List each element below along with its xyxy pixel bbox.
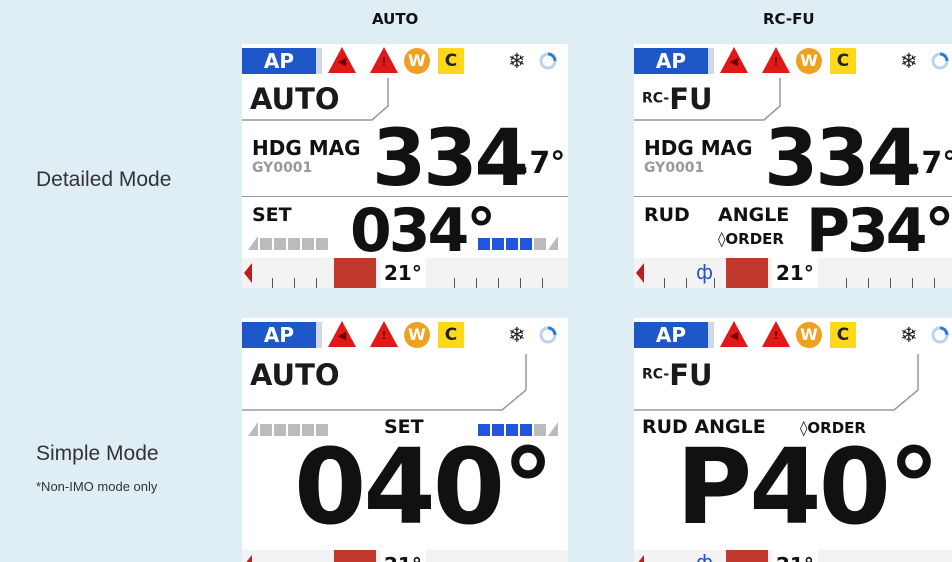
heading-label: HDG MAG <box>644 136 753 160</box>
ap-badge-edge <box>316 48 322 74</box>
rudder-indicator <box>726 258 768 288</box>
ship-wheel-icon: ❄ <box>900 49 918 73</box>
rudder-value: 21° <box>772 258 818 288</box>
row-label-detailed: Detailed Mode <box>36 168 172 191</box>
row-note-non-imo: *Non-IMO mode only <box>36 479 158 494</box>
rudder-value: 21° <box>380 258 426 288</box>
status-bar: AP ◀ ! W C ❄ <box>634 318 952 352</box>
spinner-icon <box>931 326 949 344</box>
ap-badge[interactable]: AP <box>242 322 316 348</box>
ap-badge-edge <box>316 322 322 348</box>
rudder-bar: 21° <box>242 550 568 562</box>
heading-value: 334 <box>372 114 529 204</box>
ship-wheel-icon: ❄ <box>900 323 918 347</box>
spinner-icon <box>931 52 949 70</box>
w-alert-icon[interactable]: W <box>796 322 822 348</box>
warning-triangle-icon[interactable]: ◀ <box>720 47 748 73</box>
rudder-indicator <box>334 550 376 562</box>
c-alert-icon[interactable]: C <box>830 48 856 74</box>
rudder-value: 21° <box>380 550 426 562</box>
status-bar: AP ◀ ! W C ❄ <box>242 318 568 352</box>
rudder-port-arrow-icon <box>244 263 252 283</box>
rudder-value: 21° <box>772 550 818 562</box>
mode-name: RC-FU <box>642 82 713 116</box>
heading-fraction: .7° <box>910 146 952 181</box>
w-alert-icon[interactable]: W <box>404 48 430 74</box>
spinner-icon <box>539 326 557 344</box>
spinner-icon <box>539 52 557 70</box>
rudder-indicator <box>726 550 768 562</box>
c-alert-icon[interactable]: C <box>830 322 856 348</box>
rudder-port-arrow-icon <box>244 555 252 562</box>
mode-name-text: FU <box>669 358 713 392</box>
status-bar: AP ◀ ! W C ❄ <box>242 44 568 78</box>
mode-name: AUTO <box>250 82 340 116</box>
column-header-rcfu: RC-FU <box>763 10 815 28</box>
mode-name: RC-FU <box>642 358 713 392</box>
ap-badge-edge <box>708 48 714 74</box>
ap-badge-edge <box>708 322 714 348</box>
warning-triangle-icon[interactable]: ◀ <box>720 321 748 347</box>
set-value: 034° <box>350 196 496 266</box>
mode-prefix: RC- <box>642 90 670 107</box>
deviation-stbd-bars <box>478 236 558 250</box>
ship-wheel-icon: ❄ <box>508 49 526 73</box>
ap-badge[interactable]: AP <box>634 322 708 348</box>
heading-fraction: .7° <box>518 146 566 181</box>
rudder-bar: ф 21° <box>634 550 952 562</box>
screen-auto-simple: AP ◀ ! W C ❄ AUTO SET 040° 21° <box>242 318 568 562</box>
column-header-auto: AUTO <box>372 10 419 28</box>
warning-triangle-icon[interactable]: ! <box>370 321 398 347</box>
rudder-order-knob-icon[interactable]: ф <box>696 262 713 282</box>
rudder-angle-value: P40° <box>676 426 940 548</box>
screen-rcfu-detailed: AP ◀ ! W C ❄ RC-FU HDG MAG GY0001 334 .7… <box>634 44 952 288</box>
heading-label: HDG MAG <box>252 136 361 160</box>
warning-triangle-icon[interactable]: ◀ <box>328 47 356 73</box>
rudder-bar: ф 21° <box>634 258 952 288</box>
set-value: 040° <box>294 426 554 548</box>
ap-badge[interactable]: AP <box>634 48 708 74</box>
heading-sensor-label: GY0001 <box>252 160 313 176</box>
rudder-label: RUD <box>644 204 690 226</box>
heading-value: 334 <box>764 114 921 204</box>
screen-auto-detailed: AP ◀ ! W C ❄ AUTO HDG MAG GY0001 334 .7°… <box>242 44 568 288</box>
mode-name: AUTO <box>250 358 340 392</box>
rudder-indicator <box>334 258 376 288</box>
set-label: SET <box>252 204 292 226</box>
warning-triangle-icon[interactable]: ◀ <box>328 321 356 347</box>
rudder-bar: 21° <box>242 258 568 288</box>
screen-rcfu-simple: AP ◀ ! W C ❄ RC-FU RUD ANGLE ◊ORDER P40°… <box>634 318 952 562</box>
rudder-port-arrow-icon <box>636 263 644 283</box>
c-alert-icon[interactable]: C <box>438 48 464 74</box>
order-label: ◊ORDER <box>718 230 784 248</box>
rudder-port-arrow-icon <box>636 555 644 562</box>
w-alert-icon[interactable]: W <box>796 48 822 74</box>
mode-prefix: RC- <box>642 366 670 383</box>
status-bar: AP ◀ ! W C ❄ <box>634 44 952 78</box>
rudder-order-knob-icon[interactable]: ф <box>696 552 713 562</box>
heading-sensor-label: GY0001 <box>644 160 705 176</box>
warning-triangle-icon[interactable]: ! <box>762 321 790 347</box>
rudder-angle-value: P34° <box>806 196 952 266</box>
deviation-port-bars <box>248 236 328 250</box>
row-label-simple: Simple Mode <box>36 442 159 465</box>
c-alert-icon[interactable]: C <box>438 322 464 348</box>
w-alert-icon[interactable]: W <box>404 322 430 348</box>
ship-wheel-icon: ❄ <box>508 323 526 347</box>
warning-triangle-icon[interactable]: ! <box>762 47 790 73</box>
ap-badge[interactable]: AP <box>242 48 316 74</box>
warning-triangle-icon[interactable]: ! <box>370 47 398 73</box>
angle-label: ANGLE <box>718 204 790 226</box>
mode-name-text: FU <box>669 82 713 116</box>
